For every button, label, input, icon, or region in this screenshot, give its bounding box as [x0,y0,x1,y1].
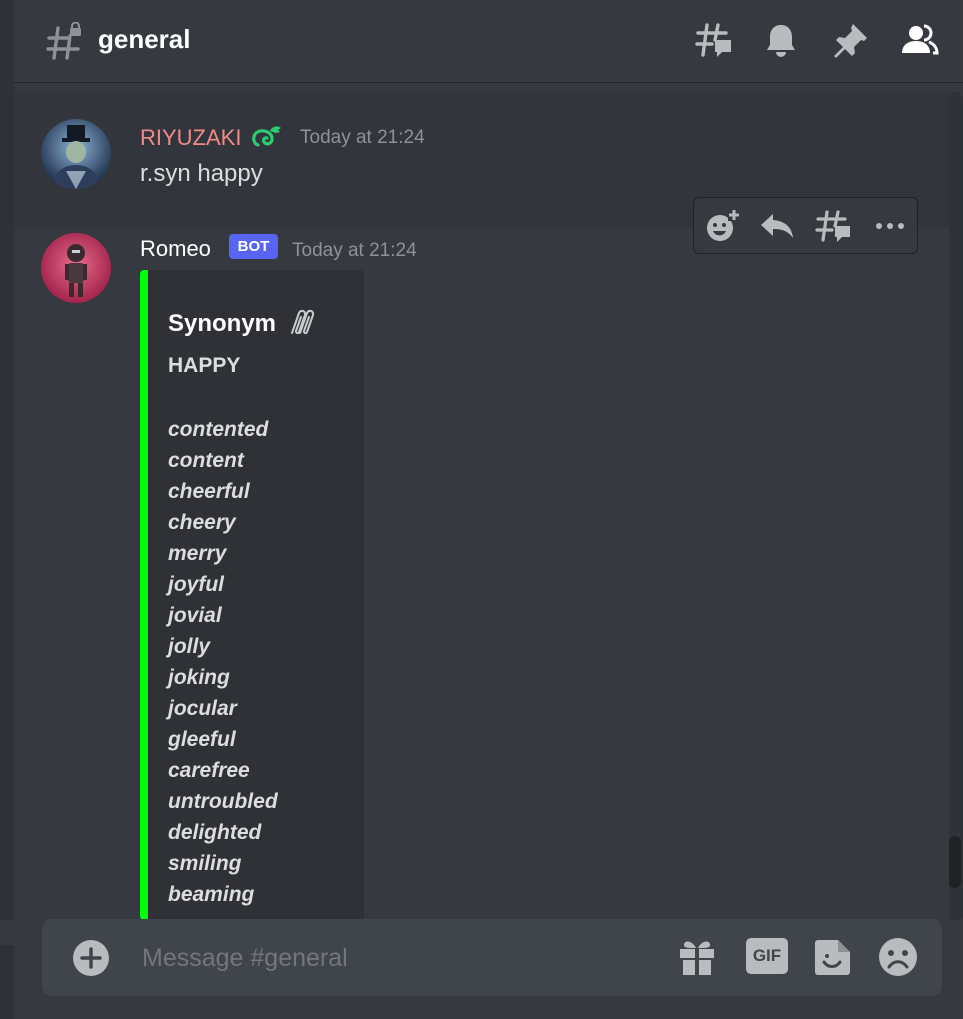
scrollbar-track[interactable] [949,92,963,922]
reply-icon[interactable] [757,206,797,246]
timestamp: Today at 21:24 [292,240,417,261]
list-item: merry [168,542,227,565]
add-reaction-icon[interactable] [702,206,742,246]
bot-tag: BOT [229,234,278,259]
paperclips-icon [290,309,314,335]
list-item: contented [168,418,269,441]
gif-button[interactable]: GIF [746,938,788,974]
embed-title: Synonym [168,305,319,338]
serpent-badge-icon [252,126,281,147]
channel-header: general [14,0,963,82]
channel-hash-locked-icon [46,22,81,60]
scrollbar-thumb[interactable] [949,836,961,888]
list-item: cheerful [168,480,250,503]
bell-icon[interactable] [761,20,801,60]
list-item: untroubled [168,790,278,813]
synonym-list: contented content cheerful cheery merry … [168,414,278,910]
list-item: jolly [168,635,211,658]
list-item: carefree [168,759,250,782]
create-thread-icon[interactable] [814,206,854,246]
pin-icon[interactable] [831,20,871,60]
message-action-toolbar [693,197,918,254]
list-item: joyful [168,573,224,596]
message-composer: GIF [42,919,942,996]
more-icon[interactable] [870,206,910,246]
threads-icon[interactable] [694,20,734,60]
list-item: jovial [168,604,222,627]
username[interactable]: Romeo [140,236,211,262]
list-item: beaming [168,883,255,906]
avatar-romeo[interactable] [41,233,111,303]
timestamp: Today at 21:24 [300,127,425,148]
emoji-icon[interactable] [877,936,919,978]
embed-query-word: HAPPY [168,354,241,377]
list-item: smiling [168,852,242,875]
left-panel-edge [0,0,14,1019]
left-panel-edge [0,945,14,1019]
list-item: jocular [168,697,237,720]
list-item: cheery [168,511,236,534]
list-item: content [168,449,244,472]
message-input[interactable] [140,937,644,979]
upload-plus-icon[interactable] [72,939,110,977]
avatar-riyuzaki[interactable] [41,119,111,189]
gift-icon[interactable] [676,936,718,978]
members-icon[interactable] [899,20,939,60]
sticker-icon[interactable] [812,936,854,978]
list-item: delighted [168,821,262,844]
channel-title: general [98,24,191,54]
list-item: gleeful [168,728,236,751]
synonym-embed: Synonym HAPPY contented content cheerful… [140,270,364,920]
username[interactable]: RIYUZAKI [140,125,241,151]
message-content: r.syn happy [140,160,263,187]
embed-color-bar [140,270,148,920]
embed-title-text: Synonym [168,310,277,337]
list-item: joking [168,666,230,689]
